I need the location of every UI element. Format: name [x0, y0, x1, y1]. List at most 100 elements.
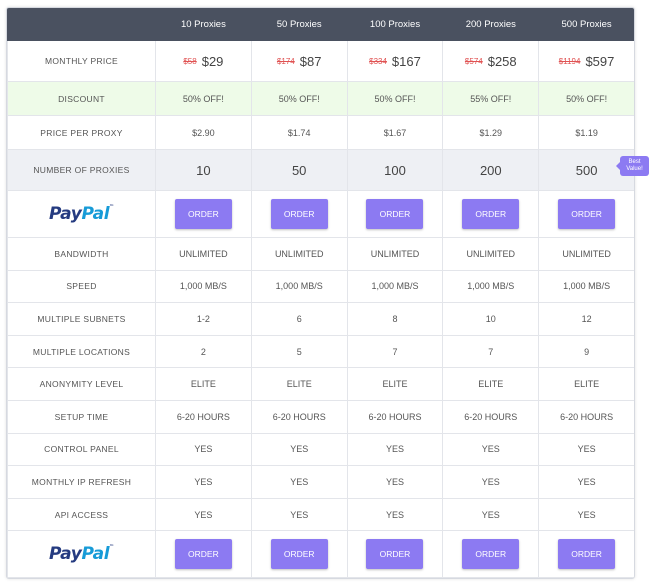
proxy-count-cell: 100 [346, 149, 444, 191]
price-per-proxy-row: PRICE PER PROXY $2.90 $1.74 $1.67 $1.29 … [7, 115, 634, 150]
feature-cell: YES [538, 465, 634, 499]
order-button[interactable]: ORDER [174, 199, 232, 229]
feature-row: MULTIPLE SUBNETS 1-2 6 8 10 12 [7, 302, 634, 336]
old-price: $574 [464, 56, 483, 66]
order-button[interactable]: ORDER [462, 539, 520, 570]
plan-header: 200 Proxies [442, 8, 540, 41]
feature-cell: YES [346, 432, 444, 467]
feature-cell: ELITE [346, 367, 444, 401]
feature-cell: ELITE [538, 367, 634, 401]
row-label: DISCOUNT [7, 81, 156, 116]
feature-cell: 6 [250, 302, 348, 336]
order-button[interactable]: ORDER [270, 199, 328, 229]
paypal-logo-pay: Pay [49, 204, 82, 224]
order-button[interactable]: ORDER [366, 199, 424, 229]
feature-row: SPEED 1,000 MB/S 1,000 MB/S 1,000 MB/S 1… [7, 269, 634, 304]
row-label: PRICE PER PROXY [7, 115, 156, 150]
row-label: CONTROL PANEL [7, 432, 156, 467]
feature-cell: 7 [442, 334, 540, 369]
paypal-logo: PayPal™ [7, 190, 156, 238]
feature-cell: UNLIMITED [155, 237, 252, 271]
paypal-trademark: ™ [109, 544, 114, 551]
feature-cell: YES [538, 432, 634, 467]
order-button[interactable]: ORDER [174, 539, 232, 570]
feature-cell: UNLIMITED [346, 237, 444, 271]
feature-cell: YES [442, 497, 540, 532]
proxy-count-cell: 200 [442, 149, 540, 191]
monthly-price-row: MONTHLY PRICE $58 $29 $174 $87 $334 $167 $5… [7, 40, 634, 82]
feature-cell: 1,000 MB/S [346, 269, 444, 304]
price-cell: $574 $258 [442, 40, 540, 82]
feature-cell: YES [346, 465, 444, 499]
discount-cell: 50% OFF! [538, 81, 634, 116]
feature-cell: 1,000 MB/S [442, 269, 540, 304]
feature-cell: 1,000 MB/S [538, 269, 634, 304]
row-label: MONTHLY PRICE [7, 40, 156, 82]
order-button[interactable]: ORDER [558, 539, 616, 570]
proxy-count-cell: 10 [155, 149, 252, 191]
price-cell: $58 $29 [155, 40, 252, 82]
feature-cell: 1,000 MB/S [155, 269, 252, 304]
feature-row: MULTIPLE LOCATIONS 2 5 7 7 9 [7, 334, 634, 369]
feature-row: CONTROL PANEL YES YES YES YES YES [7, 432, 634, 467]
feature-cell: UNLIMITED [538, 237, 634, 271]
discount-cell: 50% OFF! [250, 81, 348, 116]
new-price: $597 [585, 53, 615, 69]
order-button[interactable]: ORDER [462, 199, 520, 229]
feature-cell: ELITE [442, 367, 540, 401]
feature-cell: UNLIMITED [442, 237, 540, 271]
header-corner [7, 8, 156, 41]
old-price: $1194 [558, 56, 581, 66]
per-proxy-cell: $1.74 [250, 115, 348, 150]
discount-row: DISCOUNT 50% OFF! 50% OFF! 50% OFF! 55% … [7, 81, 634, 116]
old-price: $58 [183, 56, 197, 66]
new-price: $167 [391, 53, 421, 69]
per-proxy-cell: $1.67 [346, 115, 444, 150]
row-label: MULTIPLE LOCATIONS [7, 334, 156, 369]
pricing-table: 10 Proxies 50 Proxies 100 Proxies 200 Pr… [7, 8, 634, 578]
new-price: $29 [201, 53, 224, 69]
plan-header: 50 Proxies [250, 8, 348, 41]
discount-cell: 50% OFF! [346, 81, 444, 116]
feature-cell: YES [346, 497, 444, 532]
paypal-logo-pal: Pal [81, 204, 110, 224]
feature-cell: 2 [155, 334, 252, 369]
plan-header: 10 Proxies [155, 8, 252, 41]
paypal-order-row-bottom: PayPal™ ORDER ORDER ORDER ORDER ORDER [7, 530, 634, 578]
feature-cell: YES [155, 497, 252, 532]
feature-row: API ACCESS YES YES YES YES YES [7, 497, 634, 532]
paypal-logo-pay: Pay [49, 544, 82, 565]
row-label: SETUP TIME [7, 399, 156, 434]
row-label: NUMBER OF PROXIES [7, 149, 156, 191]
feature-cell: YES [250, 432, 348, 467]
order-button[interactable]: ORDER [558, 199, 616, 229]
feature-cell: 5 [250, 334, 348, 369]
feature-cell: 6-20 HOURS [538, 399, 634, 434]
feature-cell: 6-20 HOURS [346, 399, 444, 434]
feature-cell: 6-20 HOURS [442, 399, 540, 434]
row-label: MONTHLY IP REFRESH [7, 465, 156, 499]
discount-cell: 55% OFF! [442, 81, 540, 116]
badge-line1: Best [628, 159, 641, 165]
per-proxy-cell: $2.90 [155, 115, 252, 150]
feature-cell: UNLIMITED [250, 237, 348, 271]
number-of-proxies-row: NUMBER OF PROXIES 10 50 100 200 500 [7, 149, 634, 191]
paypal-order-row-top: PayPal™ ORDER ORDER ORDER ORDER ORDER [7, 190, 634, 238]
proxy-count-cell: 50 [250, 149, 348, 191]
per-proxy-cell: $1.19 [538, 115, 634, 150]
row-label: MULTIPLE SUBNETS [7, 302, 156, 336]
feature-cell: YES [155, 432, 252, 467]
paypal-logo: PayPal™ [7, 530, 156, 578]
order-button[interactable]: ORDER [270, 539, 328, 570]
price-cell: $334 $167 [346, 40, 444, 82]
feature-cell: YES [250, 497, 348, 532]
badge-line2: Value! [626, 166, 643, 172]
feature-row: SETUP TIME 6-20 HOURS 6-20 HOURS 6-20 HO… [7, 399, 634, 434]
feature-cell: 6-20 HOURS [155, 399, 252, 434]
paypal-trademark: ™ [109, 204, 114, 210]
new-price: $258 [487, 53, 517, 69]
per-proxy-cell: $1.29 [442, 115, 540, 150]
feature-cell: ELITE [155, 367, 252, 401]
order-button[interactable]: ORDER [366, 539, 424, 570]
feature-cell: 10 [442, 302, 540, 336]
